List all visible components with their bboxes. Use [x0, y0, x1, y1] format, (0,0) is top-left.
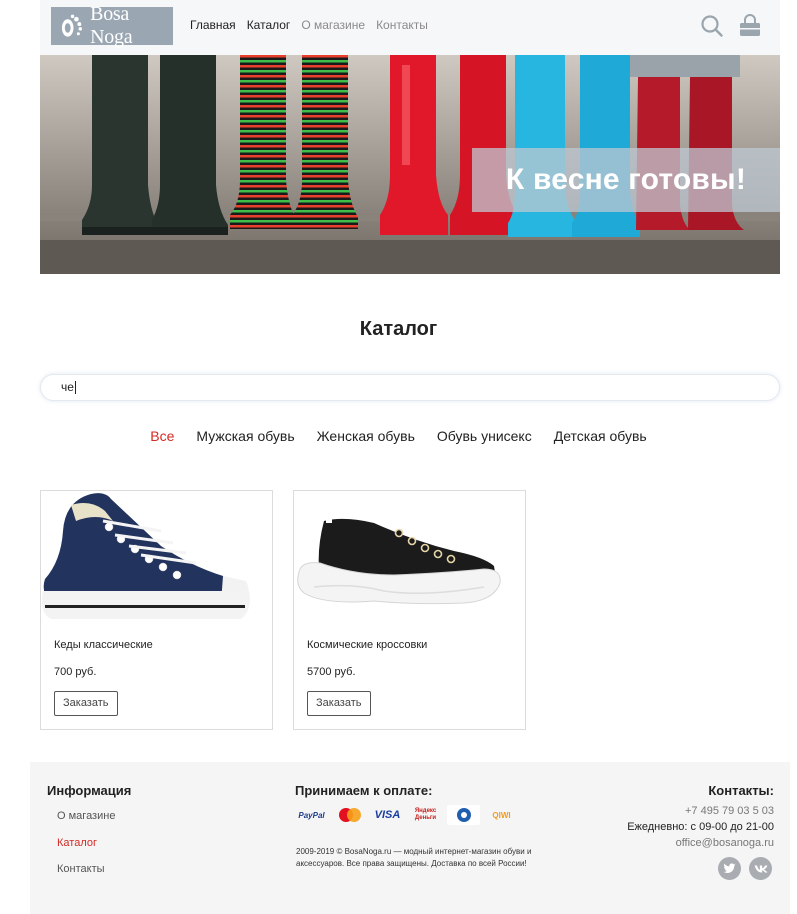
logo-text: Bosa Noga [90, 3, 133, 48]
copyright-text: 2009-2019 © BosaNoga.ru — модный интерне… [296, 847, 532, 868]
footer-link-about[interactable]: О магазине [57, 810, 115, 822]
footer-contacts-title: Контакты: [708, 783, 774, 798]
twitter-icon[interactable] [718, 857, 741, 880]
webmoney-icon [456, 808, 471, 822]
webmoney-logo [447, 805, 480, 825]
social-links [718, 857, 772, 880]
nav-home[interactable]: Главная [190, 18, 236, 32]
product-price: 700 руб. [54, 666, 97, 678]
product-price: 5700 руб. [307, 666, 356, 678]
text-caret [74, 381, 76, 395]
mastercard-logo [333, 805, 366, 825]
catalog-search-input[interactable]: че [40, 374, 780, 401]
banner-caption: К весне готовы! [505, 163, 747, 196]
search-input-value: че [61, 380, 74, 394]
site-footer: Информация О магазине Каталог Контакты П… [30, 762, 790, 914]
category-men[interactable]: Мужская обувь [196, 428, 294, 444]
product-image-sneaker-high [42, 493, 250, 619]
promo-banner[interactable]: К весне готовы! [40, 55, 780, 274]
banner-caption-box: К весне готовы! [472, 148, 780, 212]
mastercard-icon [338, 808, 361, 822]
visa-logo: VISA [374, 809, 401, 821]
footer-link-contacts[interactable]: Контакты [57, 863, 105, 875]
site-header: Bosa Noga Главная Каталог О магазине Кон… [40, 0, 780, 55]
footer-payment-title: Принимаем к оплате: [295, 783, 433, 798]
order-button[interactable]: Заказать [54, 691, 118, 716]
paypal-logo: PayPal [298, 810, 325, 820]
yandex-money-logo: Яндекс Деньги [414, 808, 437, 821]
payment-methods: PayPal VISA Яндекс Деньги QIWI [295, 805, 518, 825]
nav-contacts[interactable]: Контакты [376, 18, 428, 32]
vk-icon[interactable] [749, 857, 772, 880]
footer-info-title: Информация [47, 783, 132, 798]
contact-phone[interactable]: +7 495 79 03 5 03 [685, 805, 774, 817]
shopping-bag-icon[interactable] [738, 14, 762, 38]
footer-link-catalog[interactable]: Каталог [57, 837, 97, 849]
nav-catalog[interactable]: Каталог [247, 18, 291, 32]
category-kids[interactable]: Детская обувь [554, 428, 647, 444]
qiwi-logo: QIWI [492, 810, 511, 820]
product-card[interactable]: Кеды классические 700 руб. Заказать [40, 490, 273, 730]
contact-hours: Ежедневно: с 09-00 до 21-00 [627, 821, 774, 833]
order-button[interactable]: Заказать [307, 691, 371, 716]
product-name[interactable]: Космические кроссовки [307, 639, 427, 651]
product-name[interactable]: Кеды классические [54, 639, 153, 651]
category-filter: Все Мужская обувь Женская обувь Обувь ун… [0, 428, 797, 444]
header-icons [700, 14, 762, 38]
site-logo[interactable]: Bosa Noga [51, 3, 173, 48]
main-nav: Главная Каталог О магазине Контакты [190, 18, 428, 32]
catalog-title: Каталог [359, 318, 438, 340]
category-all[interactable]: Все [150, 428, 174, 444]
category-unisex[interactable]: Обувь унисекс [437, 428, 532, 444]
product-image-platform-sneaker [297, 513, 501, 605]
contact-email[interactable]: office@bosanoga.ru [676, 837, 774, 849]
search-icon[interactable] [700, 14, 724, 38]
category-women[interactable]: Женская обувь [317, 428, 415, 444]
nav-about[interactable]: О магазине [301, 18, 365, 32]
footprint-logo-icon [61, 14, 83, 37]
product-card[interactable]: Космические кроссовки 5700 руб. Заказать [293, 490, 526, 730]
